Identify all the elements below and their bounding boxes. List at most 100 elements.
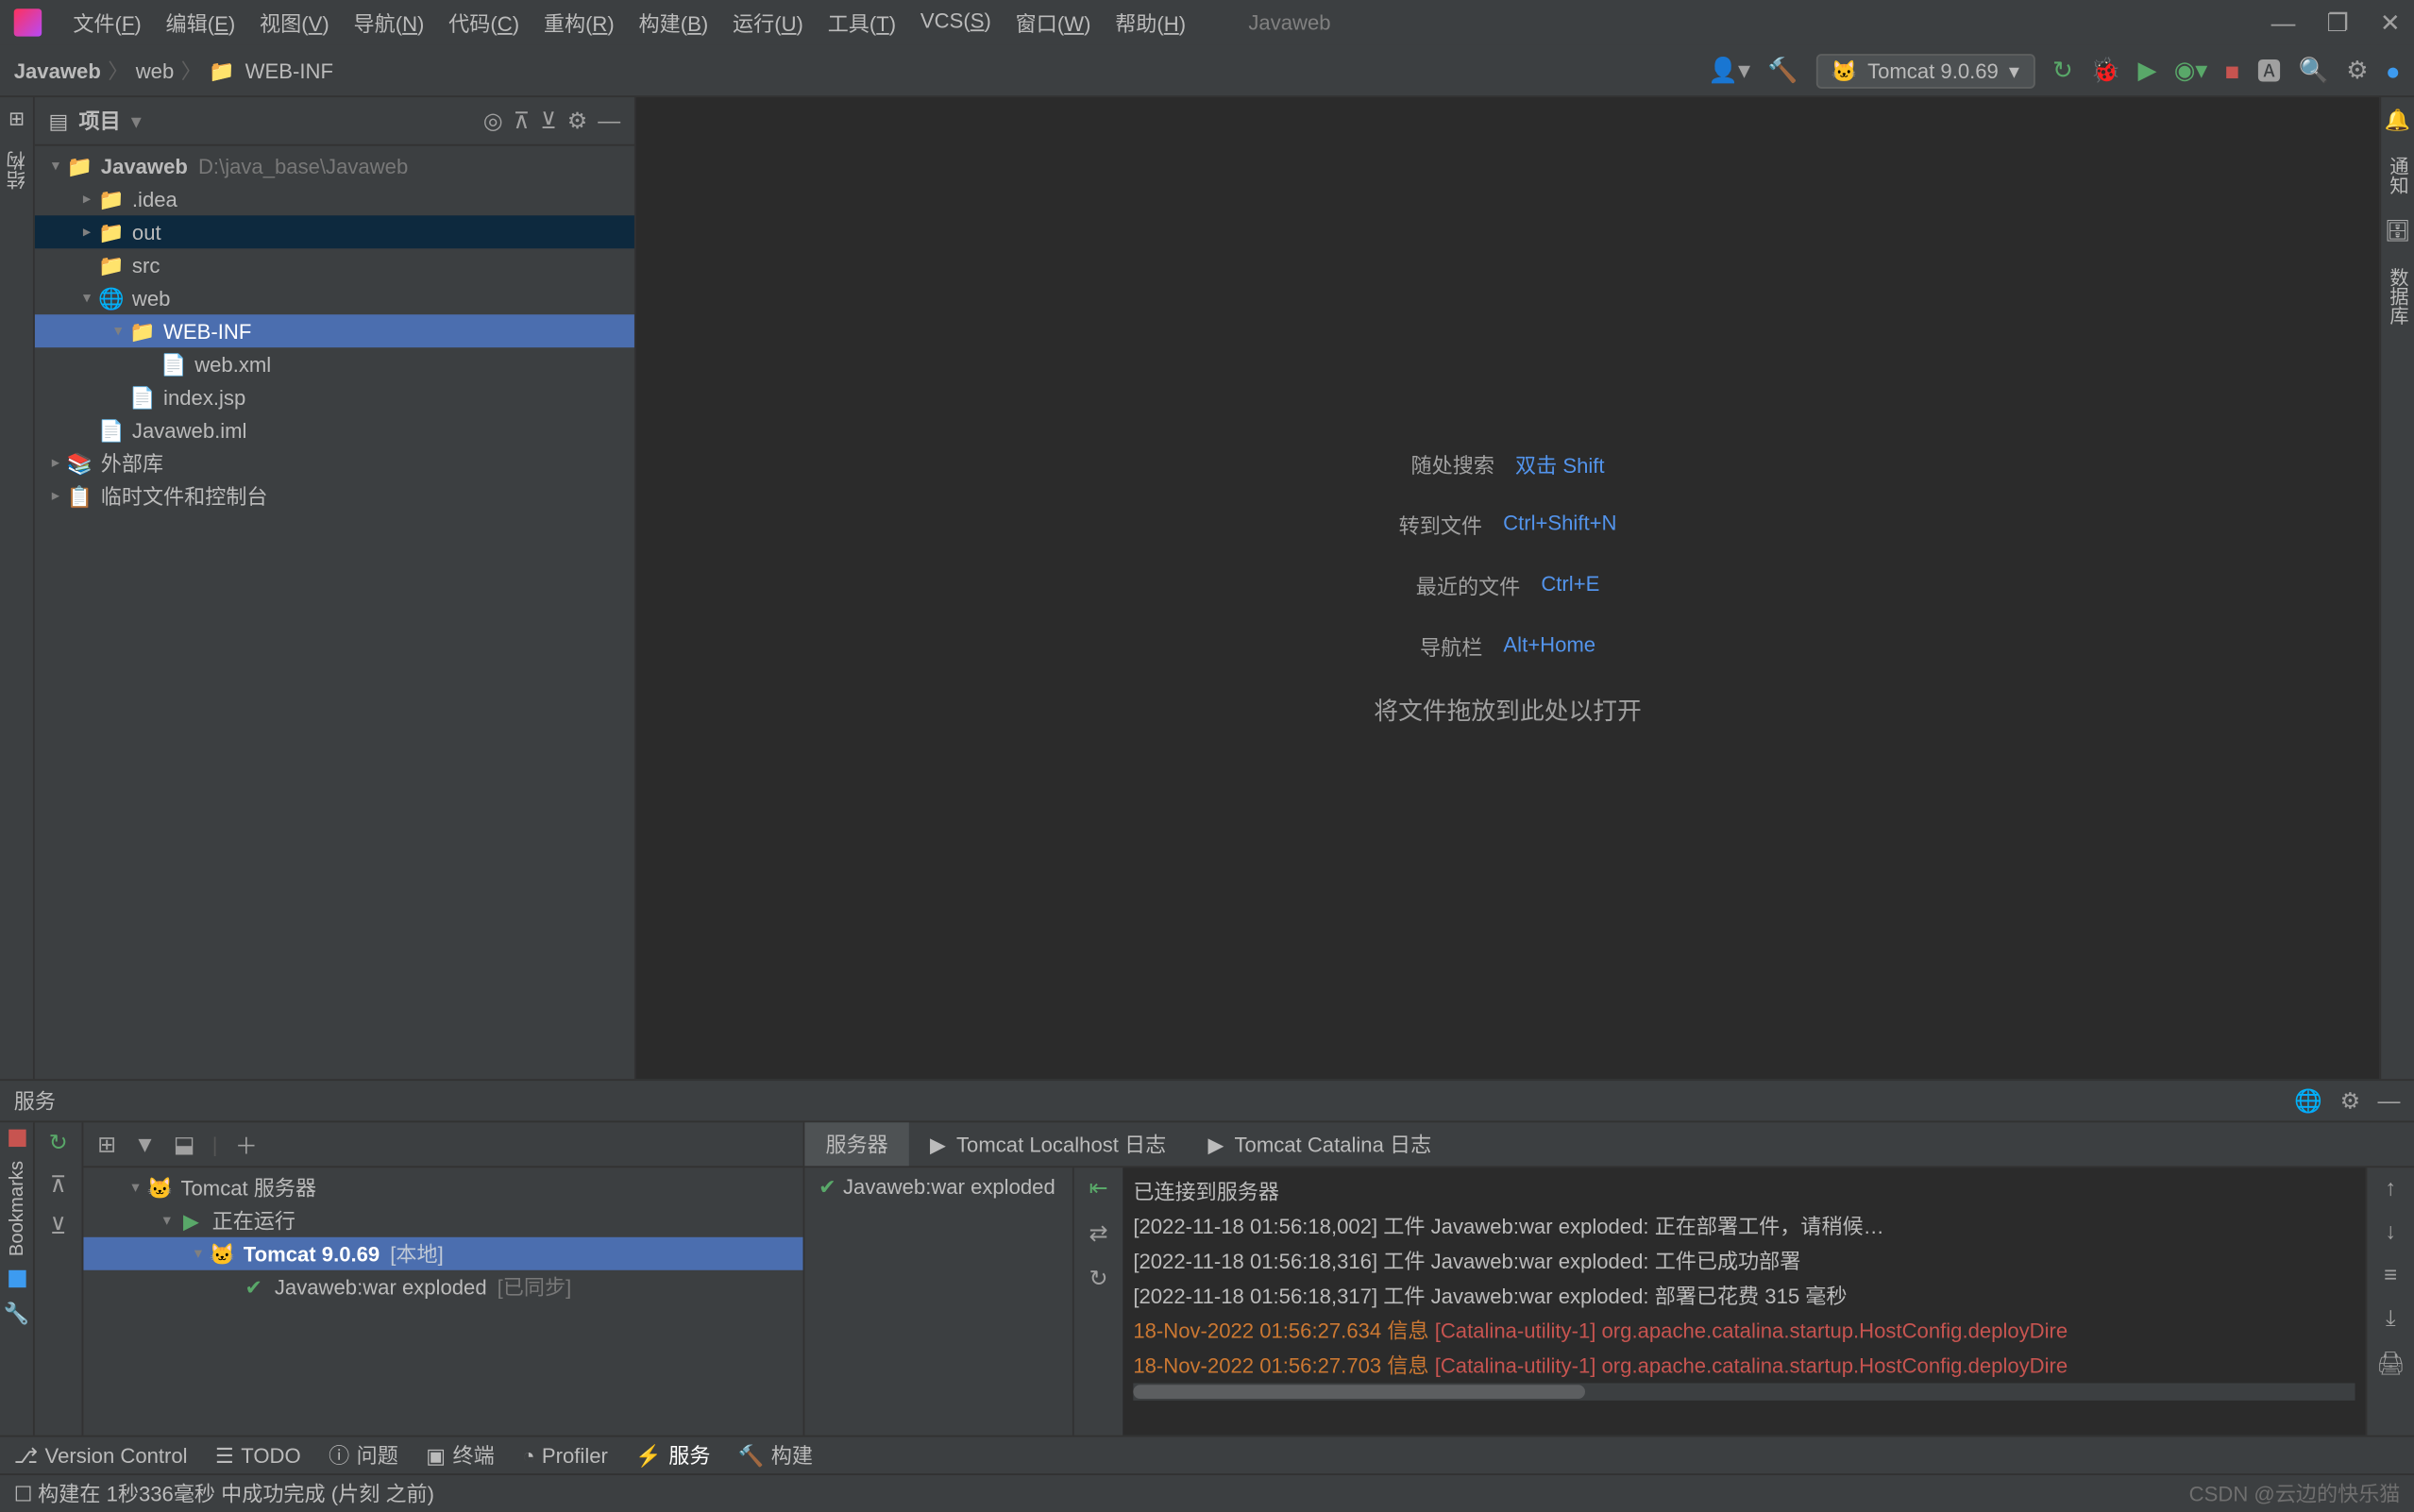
tab-vcs[interactable]: ⎇Version Control bbox=[14, 1443, 188, 1468]
tree-scratch[interactable]: ▸📋 临时文件和控制台 bbox=[35, 479, 634, 512]
structure-tab[interactable]: 结构 bbox=[3, 144, 30, 196]
breadcrumb-item[interactable]: web bbox=[136, 59, 175, 83]
hide-icon[interactable]: — bbox=[598, 108, 620, 134]
tab-build[interactable]: 🔨构建 bbox=[738, 1440, 813, 1470]
filter-icon[interactable]: ▼ bbox=[134, 1131, 157, 1157]
breadcrumb[interactable]: Javaweb 〉 web 〉 📁 WEB-INF bbox=[14, 56, 333, 85]
search-icon[interactable]: 🔍 bbox=[2299, 56, 2329, 85]
notifications-tab[interactable]: 通知 bbox=[2384, 149, 2411, 201]
account-icon[interactable]: ● bbox=[2386, 57, 2401, 84]
down-icon[interactable]: ↓ bbox=[2385, 1218, 2396, 1245]
status-icon[interactable]: ☐ bbox=[14, 1481, 33, 1505]
expand-icon[interactable]: ⊼ bbox=[50, 1171, 67, 1199]
folder-icon: 📁 bbox=[209, 59, 235, 83]
collapse-icon[interactable]: ⊻ bbox=[50, 1213, 67, 1240]
group-icon[interactable]: ⊞ bbox=[97, 1131, 116, 1158]
tree-idea[interactable]: ▸📁 .idea bbox=[35, 182, 634, 215]
database-tab[interactable]: 数据库 bbox=[2384, 260, 2411, 331]
services-tomcat-root[interactable]: ▾🐱 Tomcat 服务器 bbox=[83, 1171, 802, 1204]
menu-vcs[interactable]: VCS(S) bbox=[910, 5, 1002, 42]
tree-root[interactable]: ▾📁 Javaweb D:\java_base\Javaweb bbox=[35, 149, 634, 182]
debug-icon[interactable]: 🐞 bbox=[2090, 56, 2120, 85]
refresh-icon[interactable]: ↻ bbox=[1089, 1265, 1107, 1292]
services-tab-catalina-log[interactable]: ▶Tomcat Catalina 日志 bbox=[1187, 1122, 1452, 1166]
add-icon[interactable]: ＋ bbox=[235, 1128, 258, 1161]
hint-label: 最近的文件 bbox=[1416, 571, 1520, 600]
menu-refactor[interactable]: 重构(R) bbox=[533, 5, 625, 42]
rerun-icon[interactable]: ↻ bbox=[2052, 56, 2073, 85]
menu-file[interactable]: 文件(F) bbox=[62, 5, 152, 42]
rerun-icon[interactable]: ↻ bbox=[49, 1130, 68, 1157]
stop-icon[interactable]: ■ bbox=[2225, 57, 2240, 84]
hammer-icon[interactable]: 🔨 bbox=[1767, 56, 1798, 85]
services-web-icon[interactable]: 🌐 bbox=[2294, 1087, 2322, 1115]
tree-iml[interactable]: 📄 Javaweb.iml bbox=[35, 413, 634, 446]
menu-help[interactable]: 帮助(H) bbox=[1105, 5, 1196, 42]
settings-icon[interactable]: ⚙ bbox=[2346, 56, 2368, 85]
project-tool-icon[interactable]: ⊞ bbox=[8, 108, 25, 130]
coverage-icon[interactable]: ◉▾ bbox=[2174, 56, 2207, 85]
list-icon: ☰ bbox=[215, 1443, 234, 1468]
tree-extlib[interactable]: ▸📚 外部库 bbox=[35, 446, 634, 479]
tab-terminal[interactable]: ▣终端 bbox=[426, 1440, 494, 1470]
print-icon[interactable]: 🖨 bbox=[2376, 1350, 2405, 1377]
tree-indexjsp[interactable]: 📄 index.jsp bbox=[35, 380, 634, 413]
menu-edit[interactable]: 编辑(E) bbox=[156, 5, 246, 42]
minimize-button[interactable]: — bbox=[2271, 8, 2296, 37]
console-line: 18-Nov-2022 01:56:27.703 信息 [Catalina-ut… bbox=[1133, 1349, 2355, 1384]
console-scrollbar[interactable] bbox=[1133, 1383, 2355, 1400]
services-gear-icon[interactable]: ⚙ bbox=[2340, 1087, 2360, 1115]
menu-view[interactable]: 视图(V) bbox=[249, 5, 340, 42]
tree-src[interactable]: 📁 src bbox=[35, 248, 634, 281]
window-title: Javaweb bbox=[1248, 10, 1330, 35]
menu-code[interactable]: 代码(C) bbox=[438, 5, 530, 42]
tree-webxml[interactable]: 📄 web.xml bbox=[35, 347, 634, 380]
wrench-icon[interactable]: 🔧 bbox=[4, 1302, 30, 1326]
tab-profiler[interactable]: ◔Profiler bbox=[522, 1443, 608, 1468]
breadcrumb-item[interactable]: WEB-INF bbox=[245, 59, 333, 83]
tab-problems[interactable]: ⓘ问题 bbox=[329, 1440, 398, 1470]
services-artifact[interactable]: ✔ Javaweb:war exploded [已同步] bbox=[83, 1270, 802, 1303]
menu-window[interactable]: 窗口(W) bbox=[1005, 5, 1102, 42]
softwrap-icon[interactable]: ≡ bbox=[2384, 1262, 2397, 1288]
services-running[interactable]: ▾▶ 正在运行 bbox=[83, 1204, 802, 1237]
tab-todo[interactable]: ☰TODO bbox=[215, 1443, 301, 1468]
menu-tools[interactable]: 工具(T) bbox=[818, 5, 907, 42]
deploy-artifact[interactable]: ✔ Javaweb:war exploded bbox=[819, 1175, 1058, 1200]
tree-webinf[interactable]: ▾📁 WEB-INF bbox=[35, 314, 634, 347]
add-user-icon[interactable]: 👤▾ bbox=[1708, 56, 1750, 85]
menu-run[interactable]: 运行(U) bbox=[722, 5, 814, 42]
console-output[interactable]: 已连接到服务器 [2022-11-18 01:56:18,002] 工件 Jav… bbox=[1123, 1168, 2365, 1436]
run-config-dropdown[interactable]: 🐱 Tomcat 9.0.69 ▾ bbox=[1815, 53, 2035, 88]
services-tomcat-node[interactable]: ▾🐱 Tomcat 9.0.69 [本地] bbox=[83, 1237, 802, 1270]
project-view-icon[interactable]: ▤ bbox=[49, 109, 69, 133]
up-icon[interactable]: ↑ bbox=[2385, 1175, 2396, 1201]
notifications-icon[interactable]: 🔔 bbox=[2385, 108, 2411, 132]
bookmarks-tab[interactable]: Bookmarks bbox=[6, 1161, 26, 1256]
layout-icon[interactable]: ⬓ bbox=[174, 1131, 195, 1158]
database-icon[interactable]: 🗄 bbox=[2385, 219, 2411, 244]
info-icon: ⓘ bbox=[329, 1440, 349, 1470]
maximize-button[interactable]: ❐ bbox=[2327, 8, 2349, 37]
gear-icon[interactable]: ⚙ bbox=[567, 107, 587, 134]
select-opened-icon[interactable]: ◎ bbox=[483, 107, 503, 134]
menu-navigate[interactable]: 导航(N) bbox=[343, 5, 434, 42]
tree-web[interactable]: ▾🌐 web bbox=[35, 281, 634, 314]
translate-icon[interactable]: 🅰 bbox=[2257, 53, 2282, 88]
collapse-all-icon[interactable]: ⊻ bbox=[540, 107, 557, 134]
deploy-icon[interactable]: ⇤ bbox=[1089, 1175, 1107, 1202]
menu-build[interactable]: 构建(B) bbox=[628, 5, 718, 42]
expand-all-icon[interactable]: ⊼ bbox=[514, 107, 531, 134]
close-button[interactable]: ✕ bbox=[2380, 8, 2401, 37]
link-icon[interactable]: ⇄ bbox=[1089, 1219, 1107, 1247]
services-hide-icon[interactable]: — bbox=[2377, 1087, 2400, 1114]
services-tab-server[interactable]: 服务器 bbox=[804, 1122, 908, 1166]
run-icon[interactable]: ▶ bbox=[2137, 56, 2156, 85]
drag-hint: 将文件拖放到此处以打开 bbox=[1374, 693, 1642, 728]
services-tab-localhost-log[interactable]: ▶Tomcat Localhost 日志 bbox=[909, 1122, 1187, 1166]
scroll-end-icon[interactable]: ⤓ bbox=[2386, 1305, 2396, 1333]
project-view-dropdown[interactable]: ▾ bbox=[131, 109, 142, 133]
tab-services[interactable]: ⚡服务 bbox=[635, 1440, 710, 1470]
tree-out[interactable]: ▸📁 out bbox=[35, 215, 634, 248]
breadcrumb-item[interactable]: Javaweb bbox=[14, 59, 101, 83]
